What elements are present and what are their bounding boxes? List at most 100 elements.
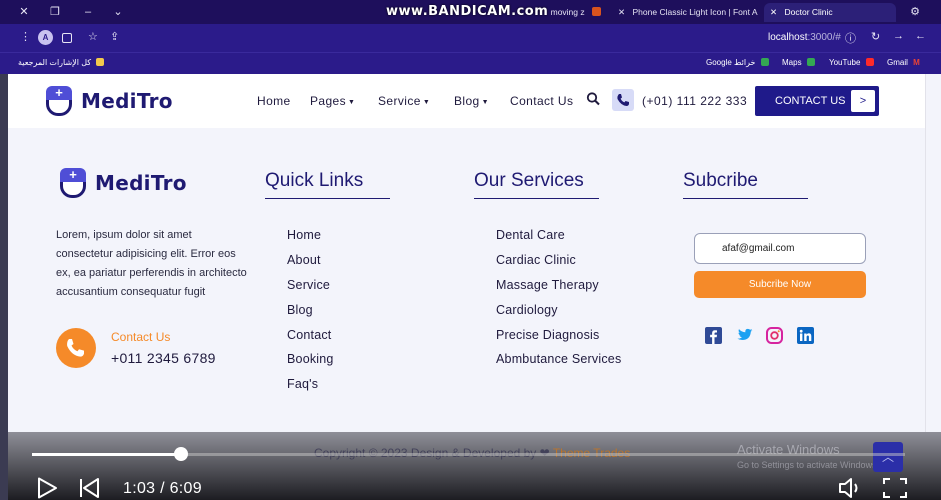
footer-contact-phone[interactable]: +011 2345 6789	[111, 350, 216, 366]
back-icon[interactable]: ←	[915, 30, 926, 42]
logo-text: MediTro	[95, 171, 187, 195]
tab-label: Doctor Clinic	[784, 7, 833, 17]
footer-link-booking[interactable]: Booking	[287, 352, 334, 366]
site-info-icon[interactable]: ⓘ	[845, 30, 856, 46]
nav-contact[interactable]: Contact Us	[510, 94, 573, 108]
phone-icon	[617, 94, 629, 106]
subscribe-now-button[interactable]: Subcribe Now	[694, 271, 866, 298]
maps-pin-icon	[760, 58, 769, 66]
footer-service-cardiology[interactable]: Cardiology	[496, 303, 558, 317]
browser-extension-icon[interactable]: ⚙	[908, 5, 922, 19]
contact-phone-badge	[56, 328, 96, 368]
minimize-window-icon[interactable]: –	[81, 5, 95, 19]
email-value: afaf@gmail.com	[722, 243, 795, 254]
footer-service-dental[interactable]: Dental Care	[496, 228, 565, 242]
bookmark-star-icon[interactable]: ☆	[88, 30, 98, 43]
nav-label: Blog	[454, 94, 480, 108]
close-window-icon[interactable]: ✕	[17, 5, 31, 19]
search-icon[interactable]	[586, 91, 600, 107]
instagram-icon[interactable]	[766, 327, 783, 344]
page-scrollbar[interactable]	[925, 74, 941, 432]
site-logo[interactable]: + MediTro	[46, 86, 173, 116]
linkedin-icon[interactable]	[797, 327, 814, 344]
bookmark-label: YouTube	[829, 58, 861, 67]
url-path: :3000/#	[807, 32, 841, 43]
url-field[interactable]: localhost:3000/#	[768, 32, 841, 43]
logo-shield-icon: +	[46, 86, 72, 116]
site-navbar: + MediTro Home Pages ▼ Service ▼ Blog ▼ Con…	[8, 74, 925, 128]
button-label: CONTACT US	[775, 95, 846, 107]
footer-service-ambulance[interactable]: Abmbutance Services	[496, 352, 621, 366]
our-services-heading: Our Services	[474, 170, 599, 199]
video-time: 1:03 / 6:09	[123, 480, 202, 497]
video-seek-handle[interactable]	[174, 447, 189, 461]
bookmark-youtube[interactable]: YouTube	[829, 58, 877, 67]
phone-icon	[67, 339, 84, 357]
tab-search-icon[interactable]: ⌄	[111, 5, 125, 19]
tab-close-icon[interactable]: ✕	[770, 7, 777, 17]
menu-dots-icon[interactable]: ⋮	[20, 30, 31, 43]
bookmark-gmail[interactable]: Gmail M	[887, 58, 920, 67]
footer-logo[interactable]: + MediTro	[60, 168, 187, 198]
bookmark-maps[interactable]: Maps	[782, 58, 818, 67]
footer-link-home[interactable]: Home	[287, 228, 321, 242]
footer-service-diagnosis[interactable]: Precise Diagnosis	[496, 328, 599, 342]
footer-link-faq[interactable]: Faq's	[287, 377, 318, 391]
phone-icon-box	[612, 89, 634, 111]
heading-text: Subcribe	[683, 170, 758, 191]
tab-favicon-icon	[592, 7, 601, 16]
footer-about-text: Lorem, ipsum dolor sit amet consectetur …	[56, 229, 247, 298]
fullscreen-icon[interactable]	[882, 477, 908, 499]
tab-label: Phone Classic Light Icon | Font A	[632, 7, 758, 17]
profile-avatar[interactable]: A	[38, 30, 53, 45]
bookmark-google-maps-ar[interactable]: Google خرائط	[706, 58, 772, 67]
logo-text: MediTro	[81, 89, 173, 113]
footer-service-massage[interactable]: Massage Therapy	[496, 278, 599, 292]
bookmark-all[interactable]: كل الإشارات المرجعية	[18, 58, 107, 67]
footer-link-blog[interactable]: Blog	[287, 303, 313, 317]
footer-link-about[interactable]: About	[287, 253, 321, 267]
nav-pages[interactable]: Pages ▼	[310, 94, 355, 108]
url-host: localhost	[768, 32, 808, 43]
bookmark-label: Google خرائط	[706, 58, 756, 67]
twitter-icon[interactable]	[736, 327, 753, 344]
heading-underline	[683, 198, 808, 199]
bookmark-label: Maps	[782, 58, 802, 67]
arrow-right-icon: >	[851, 90, 875, 112]
play-icon[interactable]	[36, 477, 58, 499]
share-icon[interactable]: ⇪	[110, 30, 119, 43]
header-phone-number: (+01) 111 222 333	[642, 94, 748, 108]
subscribe-email-input[interactable]: afaf@gmail.com	[694, 233, 866, 264]
video-progress-fill	[32, 453, 182, 456]
bookmark-label: كل الإشارات المرجعية	[18, 58, 92, 67]
tab-doctor-clinic[interactable]: ✕ Doctor Clinic	[764, 3, 896, 22]
heading-underline	[474, 198, 599, 199]
subscribe-heading: Subcribe	[683, 170, 808, 199]
restore-window-icon[interactable]: ❐	[48, 5, 62, 19]
scroll-to-top-button[interactable]: ︿	[873, 442, 903, 472]
nav-blog[interactable]: Blog ▼	[454, 94, 489, 108]
volume-icon[interactable]	[838, 477, 864, 499]
nav-label: Pages	[310, 94, 347, 108]
tab-phone-icon-page[interactable]: ✕ Phone Classic Light Icon | Font A	[612, 3, 760, 22]
contact-us-button[interactable]: CONTACT US >	[755, 86, 879, 116]
skip-back-icon[interactable]	[78, 477, 100, 499]
bandicam-watermark: www.BANDICAM.com	[386, 4, 549, 19]
tab-label: moving z	[550, 7, 585, 17]
heading-underline	[265, 198, 390, 199]
reload-icon[interactable]: ↻	[871, 30, 880, 43]
nav-service[interactable]: Service ▼	[378, 94, 430, 108]
forward-icon[interactable]: →	[893, 30, 904, 42]
sidebar-toggle-icon[interactable]	[62, 33, 72, 43]
maps-pin-icon	[806, 58, 815, 66]
footer-service-cardiac[interactable]: Cardiac Clinic	[496, 253, 576, 267]
video-seek-bar[interactable]	[32, 447, 905, 461]
facebook-icon[interactable]	[705, 327, 722, 344]
nav-home[interactable]: Home	[257, 94, 291, 108]
bookmark-label: Gmail	[887, 58, 908, 67]
logo-shield-icon: +	[60, 168, 86, 198]
tab-close-icon[interactable]: ✕	[618, 7, 625, 17]
footer-link-service[interactable]: Service	[287, 278, 330, 292]
quick-links-heading: Quick Links	[265, 170, 390, 199]
footer-link-contact[interactable]: Contact	[287, 328, 331, 342]
